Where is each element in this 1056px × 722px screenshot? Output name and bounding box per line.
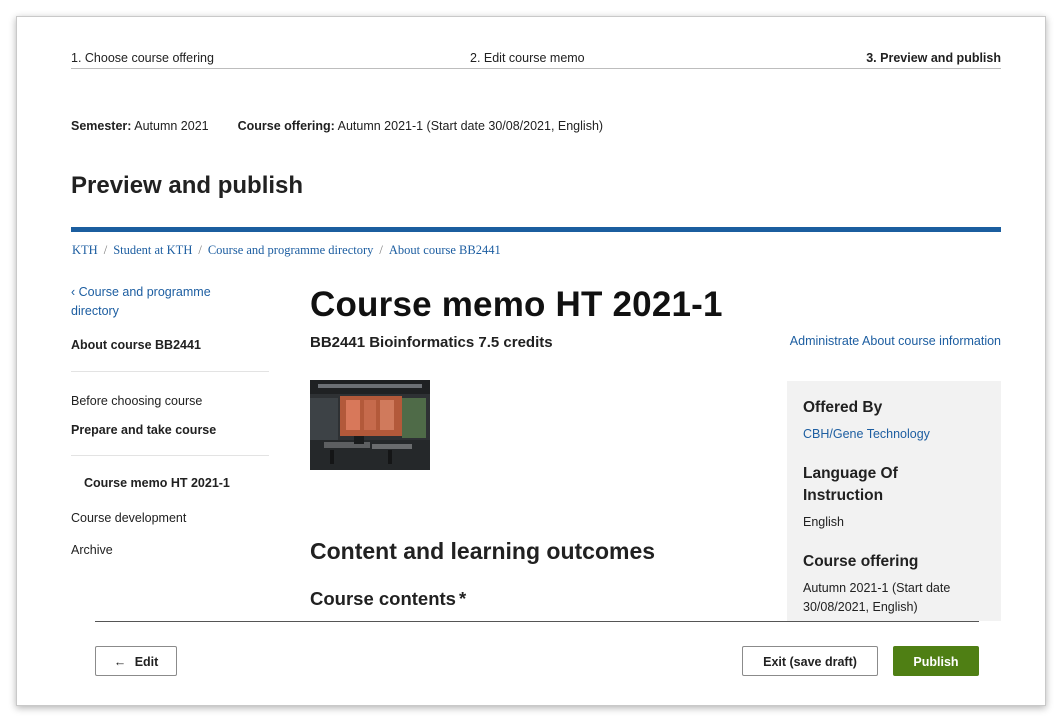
sidebar-item-course-memo[interactable]: Course memo HT 2021-1 [84,476,230,490]
semester-value: Autumn 2021 [134,119,209,133]
sidebar-item-about-course[interactable]: About course BB2441 [71,338,201,352]
sidebar-item-course-development[interactable]: Course development [71,511,186,525]
edit-button[interactable]: ← Edit [95,646,177,676]
publish-button[interactable]: Publish [893,646,979,676]
app-window: 1. Choose course offering 2. Edit course… [16,16,1046,706]
sidebar-divider [71,455,269,456]
course-info-panel: Offered By CBH/Gene Technology Language … [787,381,1001,621]
page-title: Preview and publish [71,172,304,199]
breadcrumb: KTH / Student at KTH / Course and programme … [72,243,501,258]
required-marker: * [458,588,467,609]
breadcrumb-separator: / [198,243,202,257]
sidebar-back-link[interactable]: ‹ Course and programme directory [71,283,241,321]
header-accent-bar [71,227,1001,232]
language-heading: Language Of Instruction [803,465,898,504]
course-contents-label: Course contents [310,588,456,609]
arrow-left-icon: ← [113,655,127,669]
stepper-step-3-active: 3. Preview and publish [866,51,1001,65]
subsection-heading-course-contents: Course contents * [310,588,466,610]
stepper-step-2[interactable]: 2. Edit course memo [470,51,585,65]
action-bar-divider [95,621,979,622]
course-meta: Semester: Autumn 2021 Course offering: A… [71,119,603,133]
semester-label: Semester: [71,119,132,133]
administrate-course-link[interactable]: Administrate About course information [790,334,1001,348]
language-value: English [803,515,844,529]
breadcrumb-kth[interactable]: KTH [72,243,98,257]
breadcrumb-student[interactable]: Student at KTH [113,243,192,257]
sidebar-item-before-choosing[interactable]: Before choosing course [71,394,202,408]
course-subtitle: BB2441 Bioinformatics 7.5 credits [310,334,553,351]
memo-title: Course memo HT 2021-1 [310,285,723,324]
course-offering-heading: Course offering [803,553,919,570]
breadcrumb-directory[interactable]: Course and programme directory [208,243,374,257]
course-image-graphic [310,380,430,470]
exit-save-draft-button[interactable]: Exit (save draft) [742,646,878,676]
offered-by-heading: Offered By [803,399,883,416]
edit-button-label: Edit [134,655,159,669]
offered-by-link[interactable]: CBH/Gene Technology [803,425,930,444]
offering-label: Course offering: [237,119,335,133]
breadcrumb-about-course[interactable]: About course BB2441 [389,243,501,257]
stepper-step-1[interactable]: 1. Choose course offering [71,51,214,65]
offering-value: Autumn 2021-1 (Start date 30/08/2021, En… [337,119,604,133]
sidebar-item-prepare-take[interactable]: Prepare and take course [71,423,216,437]
sidebar-item-archive[interactable]: Archive [71,543,113,557]
course-image [310,380,430,470]
course-offering-value: Autumn 2021-1 (Start date 30/08/2021, En… [803,581,951,614]
stepper-divider [71,68,1001,69]
breadcrumb-separator: / [103,243,108,257]
sidebar-divider [71,371,269,372]
section-heading-content-outcomes: Content and learning outcomes [310,538,656,564]
breadcrumb-separator: / [379,243,383,257]
